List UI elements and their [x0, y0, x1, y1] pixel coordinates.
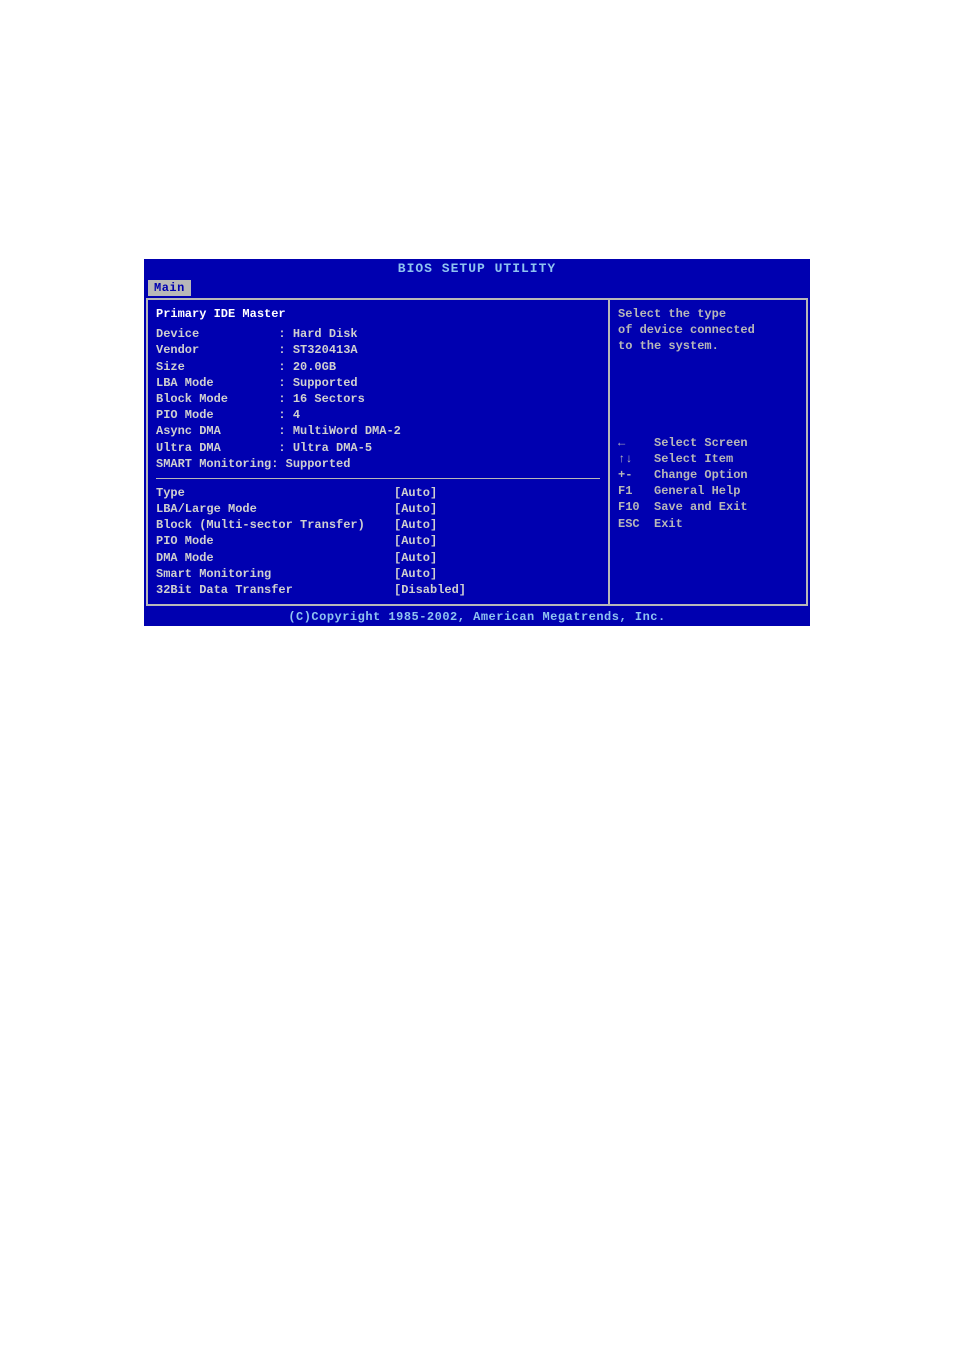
main-area: Primary IDE Master Device : Hard Disk Ve…: [144, 296, 810, 608]
setting-label: Smart Monitoring: [156, 566, 394, 582]
nav-select-screen: ← Select Screen: [618, 435, 798, 451]
setting-value: [Auto]: [394, 566, 437, 582]
setting-label: Block (Multi-sector Transfer): [156, 517, 394, 533]
nav-key: F10: [618, 499, 654, 515]
tab-row: Main: [144, 278, 810, 296]
nav-desc: Select Screen: [654, 435, 748, 451]
nav-help: ← Select Screen ↑↓ Select Item +- Change…: [618, 435, 798, 532]
setting-label: Type: [156, 485, 394, 501]
nav-key: +-: [618, 467, 654, 483]
nav-save-exit: F10 Save and Exit: [618, 499, 798, 515]
section-heading: Primary IDE Master: [156, 306, 600, 322]
setting-label: LBA/Large Mode: [156, 501, 394, 517]
help-line: to the system.: [618, 338, 798, 354]
tab-main[interactable]: Main: [148, 280, 191, 296]
title-bar: BIOS SETUP UTILITY: [144, 259, 810, 278]
nav-desc: Change Option: [654, 467, 748, 483]
info-ultra-dma: Ultra DMA : Ultra DMA-5: [156, 440, 600, 456]
nav-change-option: +- Change Option: [618, 467, 798, 483]
info-async-dma: Async DMA : MultiWord DMA-2: [156, 423, 600, 439]
nav-exit: ESC Exit: [618, 516, 798, 532]
right-panel: Select the type of device connected to t…: [610, 298, 808, 606]
divider: [156, 478, 600, 479]
nav-general-help: F1 General Help: [618, 483, 798, 499]
setting-type[interactable]: Type [Auto]: [156, 485, 600, 501]
setting-value: [Auto]: [394, 501, 437, 517]
setting-pio[interactable]: PIO Mode [Auto]: [156, 533, 600, 549]
copyright-bar: (C)Copyright 1985-2002, American Megatre…: [144, 608, 810, 626]
arrow-updown-icon: ↑↓: [618, 451, 654, 467]
info-size: Size : 20.0GB: [156, 359, 600, 375]
left-panel: Primary IDE Master Device : Hard Disk Ve…: [146, 298, 610, 606]
setting-label: PIO Mode: [156, 533, 394, 549]
nav-key: ESC: [618, 516, 654, 532]
setting-smart[interactable]: Smart Monitoring [Auto]: [156, 566, 600, 582]
setting-value: [Auto]: [394, 485, 437, 501]
setting-label: 32Bit Data Transfer: [156, 582, 394, 598]
bios-window: BIOS SETUP UTILITY Main Primary IDE Mast…: [144, 259, 810, 626]
info-vendor: Vendor : ST320413A: [156, 342, 600, 358]
nav-select-item: ↑↓ Select Item: [618, 451, 798, 467]
setting-value: [Auto]: [394, 550, 437, 566]
setting-lba-large[interactable]: LBA/Large Mode [Auto]: [156, 501, 600, 517]
info-smart: SMART Monitoring: Supported: [156, 456, 600, 472]
info-pio-mode: PIO Mode : 4: [156, 407, 600, 423]
nav-desc: Select Item: [654, 451, 733, 467]
info-lba-mode: LBA Mode : Supported: [156, 375, 600, 391]
setting-dma[interactable]: DMA Mode [Auto]: [156, 550, 600, 566]
arrow-left-icon: ←: [618, 435, 654, 451]
setting-32bit[interactable]: 32Bit Data Transfer [Disabled]: [156, 582, 600, 598]
info-device: Device : Hard Disk: [156, 326, 600, 342]
setting-value: [Auto]: [394, 517, 437, 533]
help-text: Select the type of device connected to t…: [618, 306, 798, 355]
nav-desc: Save and Exit: [654, 499, 748, 515]
info-block-mode: Block Mode : 16 Sectors: [156, 391, 600, 407]
help-line: Select the type: [618, 306, 798, 322]
nav-desc: Exit: [654, 516, 683, 532]
setting-value: [Auto]: [394, 533, 437, 549]
nav-key: F1: [618, 483, 654, 499]
setting-value: [Disabled]: [394, 582, 466, 598]
setting-block[interactable]: Block (Multi-sector Transfer) [Auto]: [156, 517, 600, 533]
help-line: of device connected: [618, 322, 798, 338]
setting-label: DMA Mode: [156, 550, 394, 566]
nav-desc: General Help: [654, 483, 740, 499]
